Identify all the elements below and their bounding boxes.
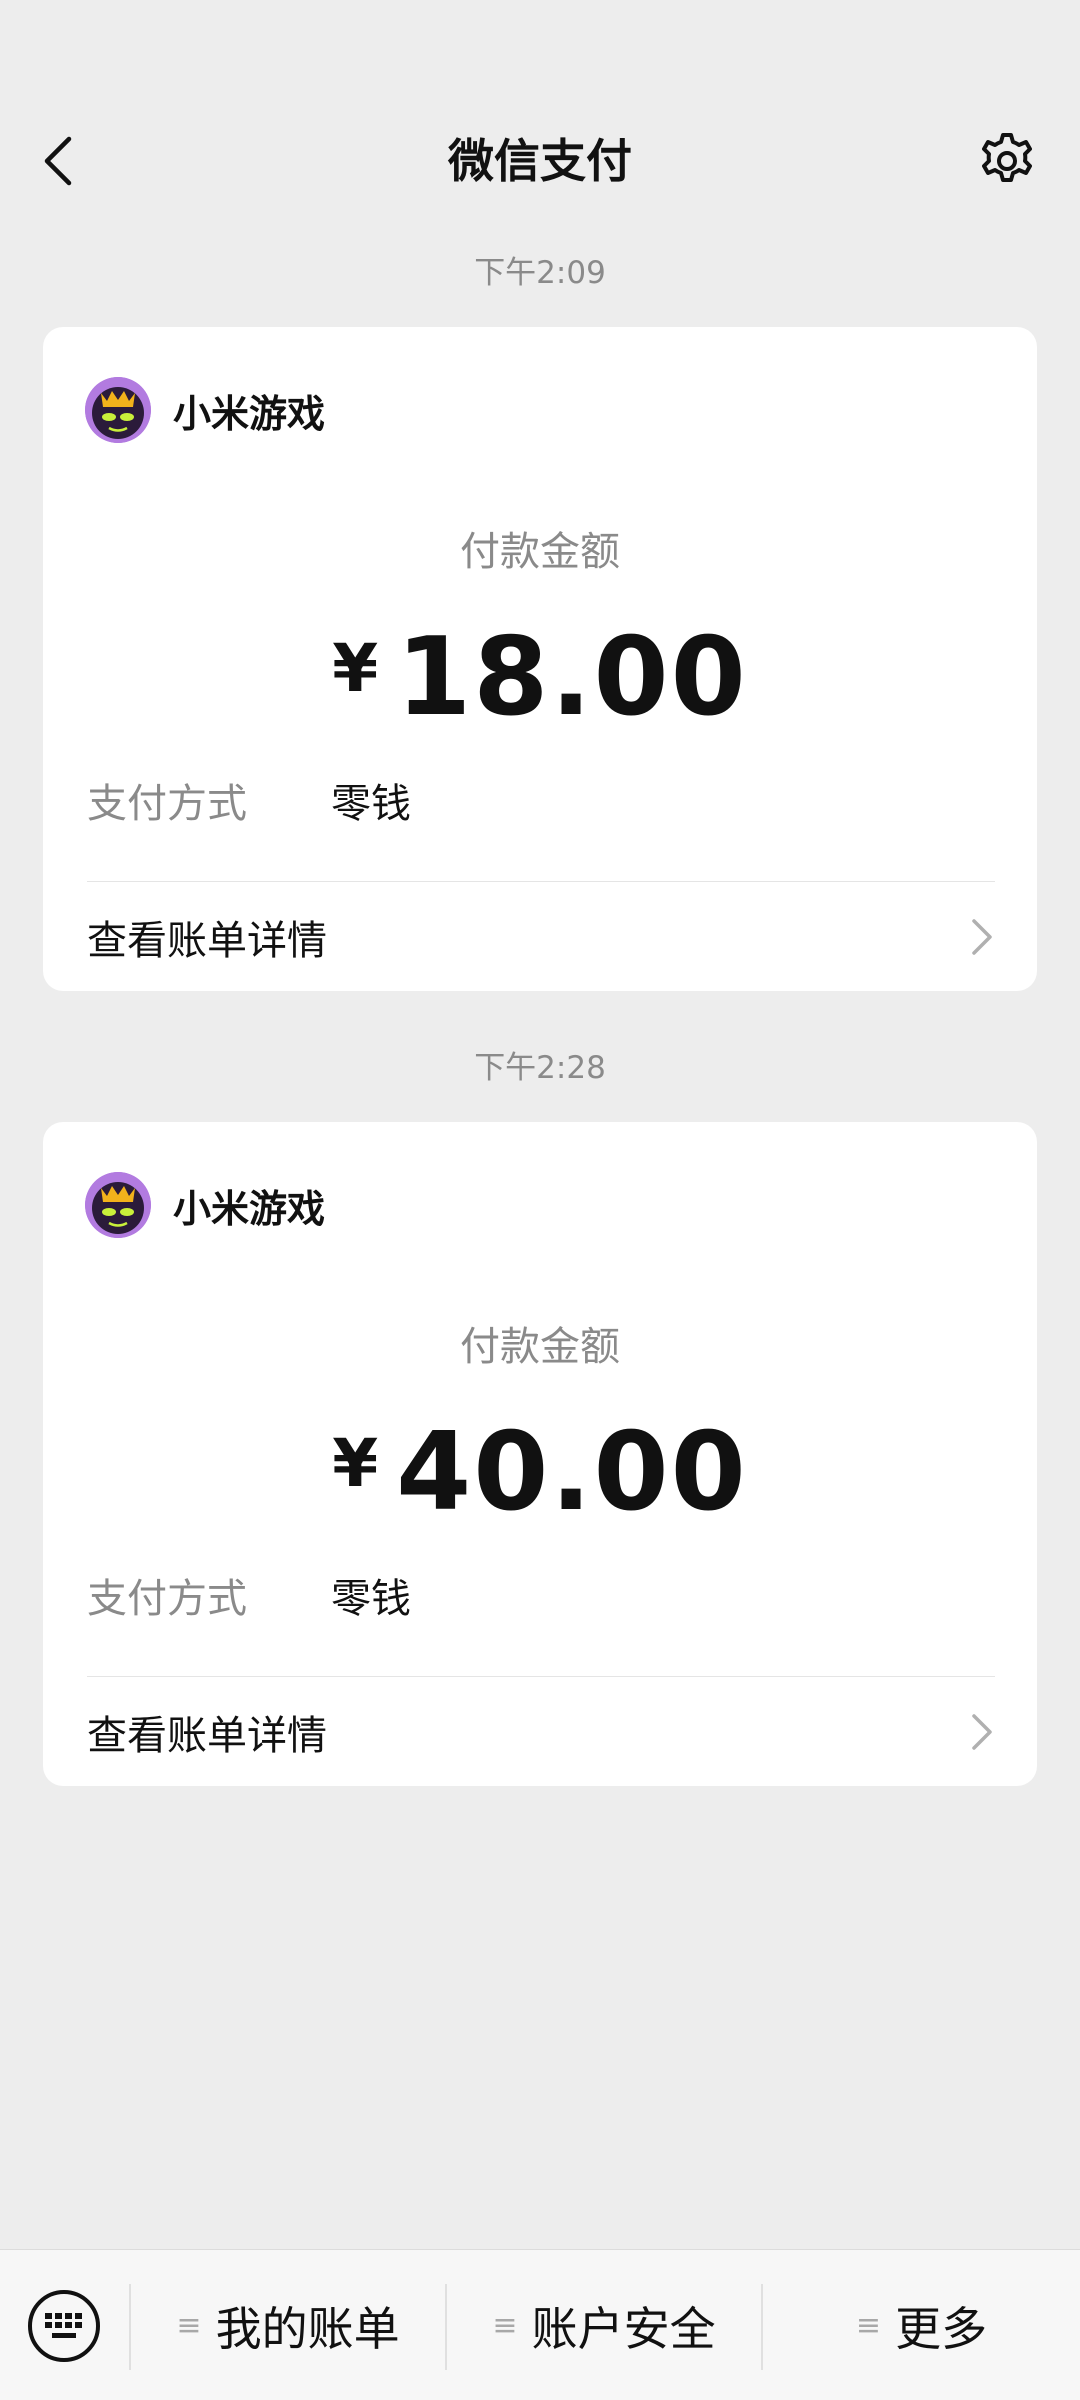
timestamp: 下午2:09 [474,255,606,291]
currency-symbol: ¥ [332,629,379,707]
pay-method-label: 支付方式 [87,1576,247,1622]
merchant-avatar [85,377,151,443]
amount-value: 40.00 [396,1409,748,1535]
menu-lines-icon: ≡ [176,2308,202,2343]
view-bill-details-label: 查看账单详情 [87,1713,327,1759]
merchant-row: 小米游戏 [85,1172,325,1238]
currency-symbol: ¥ [332,1424,379,1502]
merchant-avatar [85,1172,151,1238]
keyboard-toggle-button[interactable] [26,2288,102,2364]
pay-method-label: 支付方式 [87,781,247,827]
merchant-name: 小米游戏 [173,1186,326,1231]
menu-label: 我的账单 [215,2302,400,2356]
divider [87,881,995,882]
view-bill-details-label: 查看账单详情 [87,918,327,964]
menu-label: 更多 [895,2302,988,2356]
payment-card: 小米游戏 付款金额 ¥ 40.00 支付方式 零钱 查看账单详情 [43,1122,1037,1786]
timestamp: 下午2:28 [474,1050,606,1086]
pay-method-value: 零钱 [331,1576,411,1622]
amount: ¥ 40.00 [43,1409,1037,1535]
bottom-menu-bar: ≡ 我的账单 ≡ 账户安全 ≡ 更多 [0,2249,1080,2400]
amount-label: 付款金额 [460,529,620,575]
menu-label: 账户安全 [531,2302,716,2356]
merchant-row: 小米游戏 [85,377,325,443]
chevron-right-icon [967,915,997,959]
amount-value: 18.00 [396,614,748,740]
menu-more[interactable]: ≡ 更多 [763,2280,1080,2372]
chevron-right-icon [967,1710,997,1754]
wechat-pay-page: 微信支付 下午2:09 小米游戏 付款金额 ¥ 18.00 支付方式 零钱 查看… [0,0,1080,2400]
page-title: 微信支付 [448,134,632,188]
settings-button[interactable] [974,128,1040,194]
divider [87,1676,995,1677]
header: 微信支付 [0,0,1080,228]
amount: ¥ 18.00 [43,614,1037,740]
gear-icon [982,133,1032,182]
menu-lines-icon: ≡ [855,2308,882,2343]
pay-method-row: 支付方式 零钱 [87,1568,411,1622]
pay-method-value: 零钱 [331,781,411,827]
keyboard-icon [28,2290,100,2362]
amount-label: 付款金额 [460,1324,620,1370]
merchant-name: 小米游戏 [173,391,326,436]
menu-account-security[interactable]: ≡ 账户安全 [447,2280,761,2372]
menu-lines-icon: ≡ [492,2308,518,2343]
view-bill-details-button[interactable]: 查看账单详情 [43,883,1037,991]
menu-my-bills[interactable]: ≡ 我的账单 [131,2280,445,2372]
view-bill-details-button[interactable]: 查看账单详情 [43,1678,1037,1786]
payment-card: 小米游戏 付款金额 ¥ 18.00 支付方式 零钱 查看账单详情 [43,327,1037,991]
pay-method-row: 支付方式 零钱 [87,773,411,827]
